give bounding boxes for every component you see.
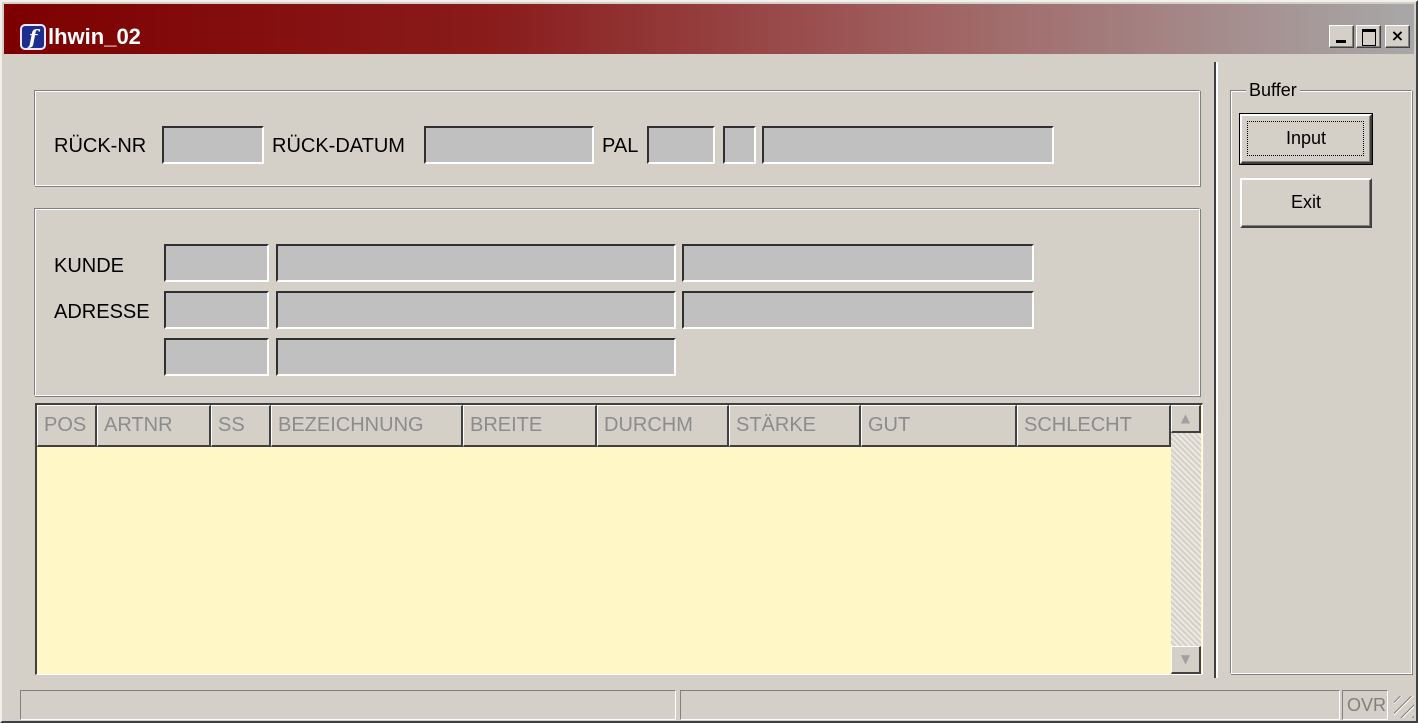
minimize-button[interactable] <box>1329 25 1354 48</box>
adresse-street-field[interactable] <box>276 291 676 329</box>
ort-field[interactable] <box>276 338 676 376</box>
close-button[interactable]: × <box>1385 25 1410 48</box>
status-pane-right <box>680 690 1340 720</box>
rueck-datum-field[interactable] <box>424 126 594 164</box>
app-icon[interactable]: f <box>20 24 46 50</box>
positions-table[interactable]: POS ARTNR SS BEZEICHNUNG BREITE DURCHM S… <box>35 403 1203 675</box>
scroll-down-icon[interactable]: ▼ <box>1171 646 1201 674</box>
exit-button[interactable]: Exit <box>1240 178 1372 228</box>
column-header-artnr[interactable]: ARTNR <box>97 405 211 447</box>
focus-rect <box>1247 121 1364 156</box>
status-pane-left <box>20 690 676 720</box>
column-header-schlecht[interactable]: SCHLECHT <box>1017 405 1171 447</box>
window-title: lhwin_02 <box>48 24 141 49</box>
scroll-up-icon[interactable]: ▲ <box>1171 405 1201 433</box>
column-header-durchm[interactable]: DURCHM <box>597 405 729 447</box>
column-header-bezeichnung[interactable]: BEZEICHNUNG <box>271 405 463 447</box>
status-ovr: OVR <box>1342 690 1388 720</box>
exit-button-label: Exit <box>1290 192 1321 212</box>
column-header-staerke[interactable]: STÄRKE <box>729 405 861 447</box>
pal-field[interactable] <box>647 126 715 164</box>
rueck-datum-label: RÜCK-DATUM <box>272 135 405 157</box>
column-header-pos[interactable]: POS <box>37 405 97 447</box>
table-body[interactable] <box>37 447 1171 674</box>
kunde-nr-field[interactable] <box>164 244 269 282</box>
kunde-name-field[interactable] <box>276 244 676 282</box>
maximize-button[interactable] <box>1356 25 1381 48</box>
vertical-divider <box>1214 62 1218 678</box>
buffer-legend: Buffer <box>1246 78 1300 102</box>
table-header: POS ARTNR SS BEZEICHNUNG BREITE DURCHM S… <box>37 405 1171 447</box>
column-header-gut[interactable]: GUT <box>861 405 1017 447</box>
title-bar[interactable]: f lhwin_02 × <box>4 4 1414 54</box>
app-window: f lhwin_02 × RÜCK-NR RÜCK-DATUM PAL KUND… <box>0 0 1418 723</box>
pal-label: PAL <box>602 135 639 157</box>
pal-code-field[interactable] <box>723 126 756 164</box>
adresse-label: ADRESSE <box>54 301 150 323</box>
rueck-nr-field[interactable] <box>162 126 264 164</box>
input-button[interactable]: Input <box>1239 113 1373 165</box>
adresse-extra-field[interactable] <box>682 291 1034 329</box>
vertical-scrollbar[interactable]: ▲ ▼ <box>1171 405 1201 674</box>
plz-field[interactable] <box>164 338 269 376</box>
kunde-name2-field[interactable] <box>682 244 1034 282</box>
adresse-code-field[interactable] <box>164 291 269 329</box>
resize-grip-icon[interactable] <box>1394 696 1414 718</box>
column-header-breite[interactable]: BREITE <box>463 405 597 447</box>
rueck-nr-label: RÜCK-NR <box>54 135 147 157</box>
kunde-label: KUNDE <box>54 255 125 277</box>
pal-description-field[interactable] <box>762 126 1054 164</box>
column-header-ss[interactable]: SS <box>211 405 271 447</box>
